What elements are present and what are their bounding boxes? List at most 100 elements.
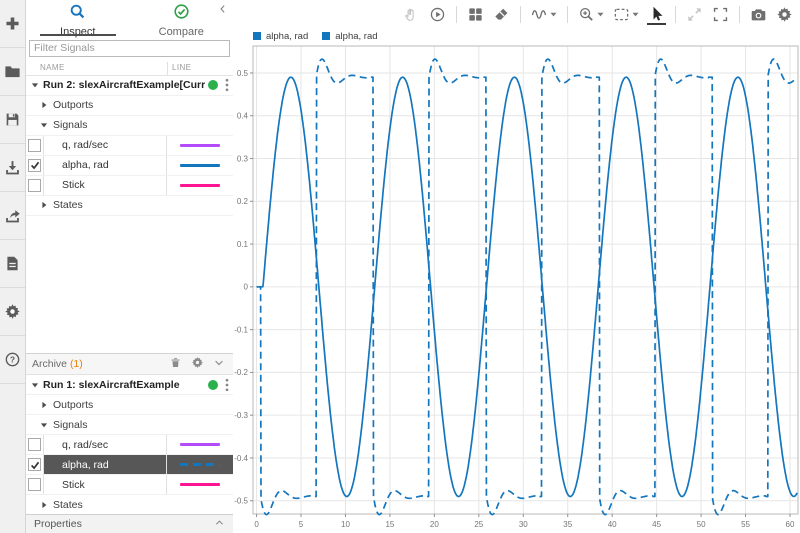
zoom-button[interactable]: [577, 5, 605, 24]
grid-layout-icon: [467, 6, 484, 23]
pointer-button[interactable]: [647, 4, 666, 25]
legend-item[interactable]: alpha, rad: [253, 31, 308, 42]
svg-text:0.4: 0.4: [237, 112, 249, 121]
pop-out-button: [685, 5, 704, 24]
signal-row[interactable]: alpha, rad: [26, 455, 233, 475]
export-button[interactable]: [0, 192, 25, 240]
signal-options-button[interactable]: [530, 5, 558, 24]
group-label: Signals: [53, 419, 87, 431]
checkbox-box: [28, 179, 41, 192]
tree-group-outports[interactable]: Outports: [26, 96, 233, 116]
signal-checkbox[interactable]: [26, 136, 44, 155]
archive-delete-button[interactable]: [167, 356, 183, 372]
open-button[interactable]: [0, 48, 25, 96]
archive-settings-button[interactable]: [189, 356, 205, 372]
tree-group-outports[interactable]: Outports: [26, 395, 233, 415]
svg-text:15: 15: [385, 520, 394, 529]
signal-main[interactable]: q, rad/sec: [44, 136, 233, 155]
collapse-panel-button[interactable]: [217, 2, 231, 16]
signal-main[interactable]: alpha, rad: [44, 156, 233, 175]
run-row[interactable]: Run 1: slexAircraftExample: [26, 375, 233, 395]
replay-button[interactable]: [428, 5, 447, 24]
svg-text:50: 50: [697, 520, 706, 529]
legend-swatch: [322, 32, 330, 40]
run-status-dot: [208, 380, 218, 390]
svg-text:45: 45: [652, 520, 661, 529]
archive-section: Archive (1) Run 1: slexAircraftExampleOu…: [26, 353, 233, 515]
tree-group-signals[interactable]: Signals: [26, 415, 233, 435]
signal-row[interactable]: alpha, rad: [26, 156, 233, 176]
signal-row[interactable]: Stick: [26, 475, 233, 495]
tree-group-states[interactable]: States: [26, 196, 233, 216]
signal-row[interactable]: q, rad/sec: [26, 435, 233, 455]
camera-icon: [750, 6, 767, 23]
column-header-name: NAME: [40, 63, 65, 72]
signal-name: alpha, rad: [44, 459, 166, 471]
layout-button[interactable]: [466, 5, 485, 24]
run-row[interactable]: Run 2: slexAircraftExample[Current]: [26, 76, 233, 96]
svg-text:-0.4: -0.4: [234, 454, 248, 463]
signal-main[interactable]: Stick: [44, 475, 233, 494]
svg-text:55: 55: [741, 520, 750, 529]
app-toolbar: ?: [0, 0, 26, 533]
chevron-left-icon: [217, 2, 229, 19]
line-swatch: [180, 463, 220, 466]
signal-row[interactable]: Stick: [26, 176, 233, 196]
run-menu-button[interactable]: [221, 78, 233, 92]
signal-checkbox[interactable]: [26, 435, 44, 454]
group-label: States: [53, 199, 83, 211]
zoom-in-icon: [578, 6, 595, 23]
archive-header[interactable]: Archive (1): [26, 353, 233, 375]
svg-text:0.5: 0.5: [237, 69, 249, 78]
search-icon: [69, 3, 86, 25]
tree-group-states[interactable]: States: [26, 495, 233, 515]
snapshot-button[interactable]: [749, 5, 768, 24]
help-button[interactable]: ?: [0, 336, 25, 384]
fullscreen-button[interactable]: [711, 5, 730, 24]
signal-row[interactable]: q, rad/sec: [26, 136, 233, 156]
archive-collapse-button[interactable]: [211, 356, 227, 372]
signal-line-swatch: [166, 475, 233, 494]
signal-main[interactable]: alpha, rad: [44, 455, 233, 474]
properties-bar[interactable]: Properties: [26, 514, 233, 533]
tab-inspect[interactable]: Inspect: [26, 0, 130, 36]
import-button[interactable]: [0, 144, 25, 192]
group-label: Outports: [53, 99, 93, 111]
checkbox-box: [28, 139, 41, 152]
plot-legend: alpha, rad alpha, rad: [233, 28, 800, 44]
legend-item[interactable]: alpha, rad: [322, 31, 377, 42]
signal-checkbox[interactable]: [26, 455, 44, 474]
new-button[interactable]: [0, 0, 25, 48]
wave-icon: [531, 6, 548, 23]
archive-count-badge: (1): [70, 358, 83, 370]
fullscreen-icon: [712, 6, 729, 23]
filter-signals-input[interactable]: [29, 40, 230, 57]
clear-plots-button[interactable]: [492, 5, 511, 24]
run-menu-button[interactable]: [221, 378, 233, 392]
svg-text:35: 35: [563, 520, 572, 529]
group-label: States: [53, 499, 83, 511]
properties-label: Properties: [34, 518, 82, 530]
chevron-up-icon: [214, 517, 225, 531]
signal-main[interactable]: Stick: [44, 176, 233, 195]
signal-checkbox[interactable]: [26, 156, 44, 175]
svg-text:0.3: 0.3: [237, 154, 249, 163]
signal-main[interactable]: q, rad/sec: [44, 435, 233, 454]
checkbox-box: [28, 458, 41, 471]
report-icon: [4, 255, 21, 272]
report-button[interactable]: [0, 240, 25, 288]
tree-group-signals[interactable]: Signals: [26, 116, 233, 136]
archive-run-tree: Run 1: slexAircraftExampleOutports Signal…: [26, 375, 233, 515]
plot-area[interactable]: 0510152025303540455055600.50.40.30.20.10…: [233, 44, 800, 533]
inspect-run-tree: Run 2: slexAircraftExample[Current] Outpo…: [26, 76, 233, 216]
preferences-button[interactable]: [0, 288, 25, 336]
signal-checkbox[interactable]: [26, 176, 44, 195]
signal-checkbox[interactable]: [26, 475, 44, 494]
caret-down-icon: [31, 381, 39, 389]
fit-to-view-button[interactable]: [612, 5, 640, 24]
save-button[interactable]: [0, 96, 25, 144]
eraser-icon: [493, 6, 510, 23]
tab-compare-label: Compare: [159, 26, 204, 38]
svg-text:0: 0: [244, 283, 249, 292]
plot-settings-button[interactable]: [775, 5, 794, 24]
